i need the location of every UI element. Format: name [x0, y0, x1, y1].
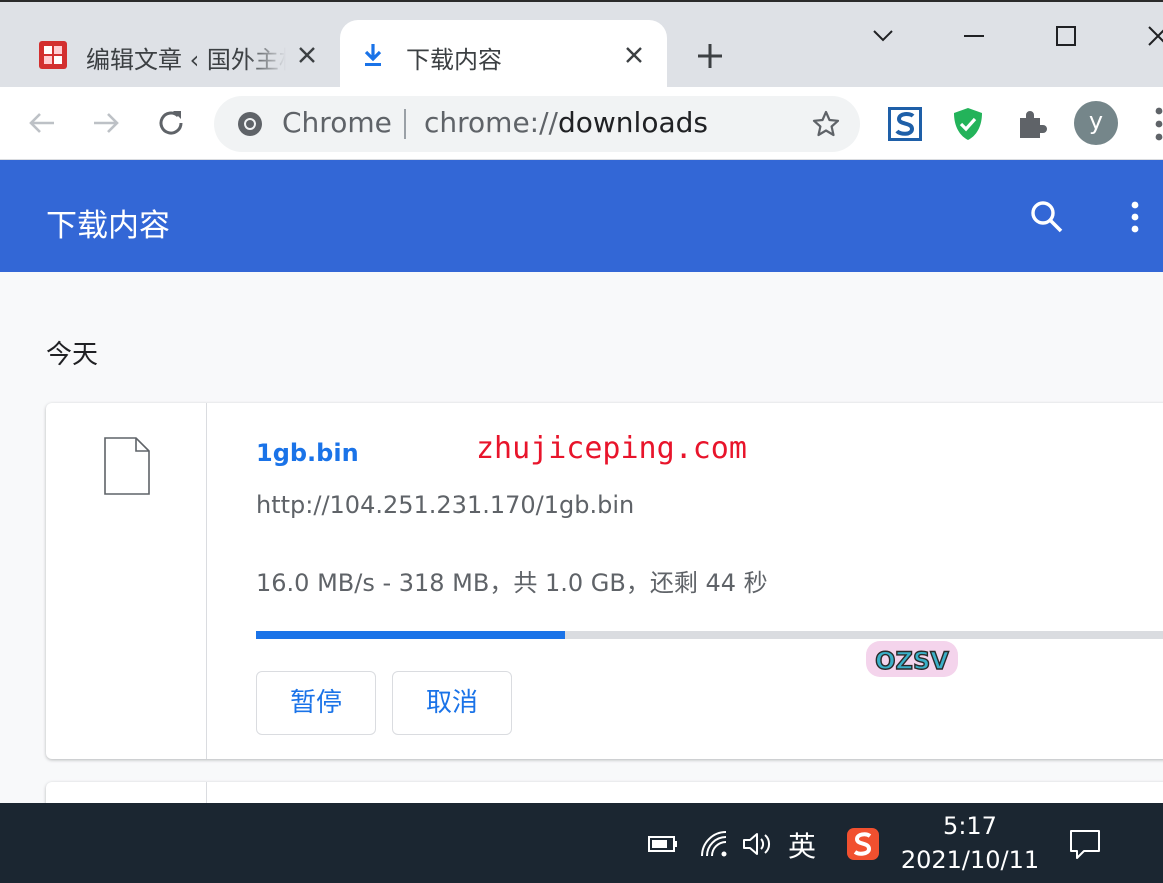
address-divider — [404, 109, 406, 139]
close-window-icon[interactable] — [1138, 16, 1163, 56]
volume-icon[interactable] — [740, 827, 774, 861]
notification-center-icon[interactable] — [1066, 825, 1104, 863]
chrome-logo-icon — [238, 112, 262, 136]
browser-toolbar: Chrome chrome://downloads y — [0, 87, 1163, 160]
download-icon — [364, 44, 382, 66]
download-status: 16.0 MB/s - 318 MB，共 1.0 GB，还剩 44 秒 — [256, 569, 768, 597]
file-name-link[interactable]: 1gb.bin — [256, 439, 359, 467]
wifi-icon[interactable] — [698, 827, 732, 861]
tab-downloads[interactable]: 下载内容 — [340, 20, 667, 89]
clock-time: 5:17 — [943, 812, 997, 840]
clock-date: 2021/10/11 — [900, 846, 1040, 874]
download-progress-bar — [256, 631, 1163, 639]
date-heading: 今天 — [46, 340, 99, 370]
file-icon — [104, 437, 150, 495]
search-icon[interactable] — [1028, 198, 1066, 236]
address-bar[interactable]: Chrome chrome://downloads — [214, 96, 860, 152]
tab-title: 编辑文章 ‹ 国外主机 — [86, 46, 286, 74]
battery-icon[interactable] — [646, 827, 680, 861]
page-title: 下载内容 — [46, 208, 170, 244]
new-tab-icon[interactable] — [690, 36, 730, 76]
puzzle-extensions-icon[interactable] — [1013, 105, 1051, 143]
tab-title: 下载内容 — [406, 46, 502, 74]
svg-text:OZSV: OZSV — [875, 647, 949, 675]
download-item: 1gb.bin zhujiceping.com http://104.251.2… — [46, 403, 1163, 759]
reload-icon[interactable] — [151, 103, 191, 143]
url-text[interactable]: chrome://downloads — [424, 106, 708, 139]
shield-check-icon[interactable] — [949, 105, 987, 143]
site-chip-label: Chrome — [282, 106, 392, 139]
ozsv-sticker-logo: OZSV — [866, 641, 958, 677]
downloads-header: 下载内容 — [0, 160, 1163, 272]
system-clock[interactable]: 5:17 2021/10/11 — [900, 809, 1040, 877]
url-scheme: chrome:// — [424, 106, 558, 139]
maximize-icon[interactable] — [1046, 16, 1086, 56]
tab-strip: 编辑文章 ‹ 国外主机 下载内容 — [0, 0, 1163, 89]
more-vert-icon[interactable] — [1125, 198, 1145, 236]
tab-search-chevron-down-icon[interactable] — [863, 16, 903, 56]
cancel-button[interactable]: 取消 — [392, 671, 512, 735]
close-icon[interactable] — [621, 42, 647, 68]
progress-fill — [256, 631, 566, 639]
ime-language-indicator[interactable]: 英 — [788, 825, 816, 865]
pause-button[interactable]: 暂停 — [256, 671, 376, 735]
watermark-text: zhujiceping.com — [476, 431, 747, 466]
card-divider — [206, 782, 207, 803]
forward-arrow-icon[interactable] — [86, 103, 126, 143]
card-divider — [206, 403, 207, 759]
bookmark-star-icon[interactable] — [810, 108, 842, 140]
back-arrow-icon[interactable] — [22, 103, 62, 143]
taskbar: 英 5:17 2021/10/11 — [0, 803, 1163, 883]
site-favicon-icon — [39, 41, 67, 69]
profile-avatar[interactable]: y — [1074, 101, 1118, 145]
s-extension-icon[interactable] — [886, 105, 924, 143]
browser-menu-icon[interactable] — [1150, 105, 1163, 143]
download-item — [46, 782, 1163, 803]
minimize-icon[interactable] — [954, 16, 994, 56]
downloads-list: 今天 1gb.bin zhujiceping.com http://104.25… — [0, 272, 1163, 803]
tab-edit-article[interactable]: 编辑文章 ‹ 国外主机 — [20, 20, 340, 89]
url-host: downloads — [557, 106, 708, 139]
sogou-ime-icon[interactable] — [846, 827, 880, 861]
file-source-url[interactable]: http://104.251.231.170/1gb.bin — [256, 491, 634, 519]
close-icon[interactable] — [294, 42, 320, 68]
